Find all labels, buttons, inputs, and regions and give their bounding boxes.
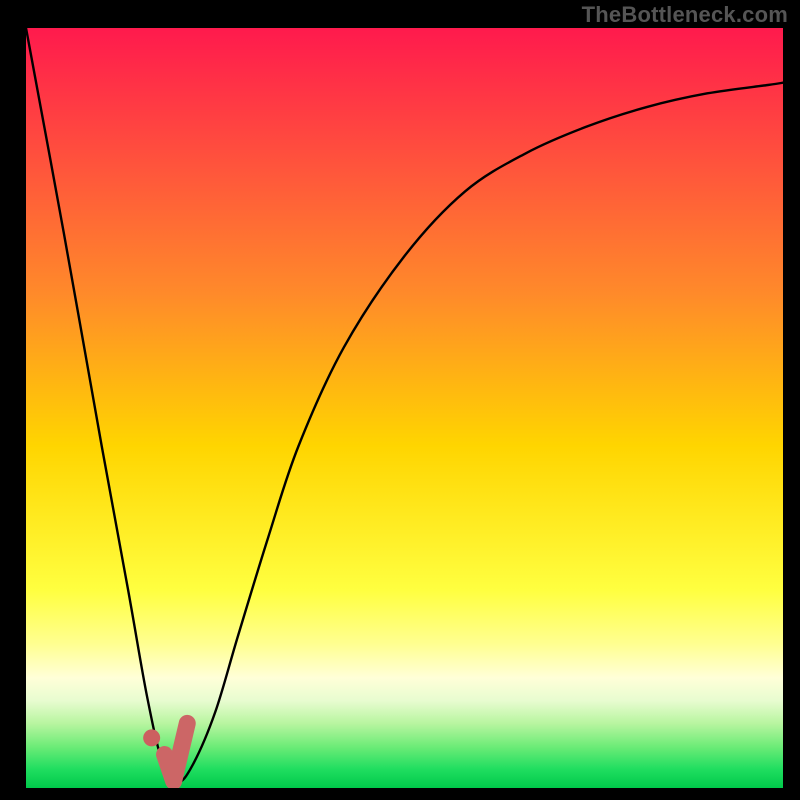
chart-root: TheBottleneck.com	[0, 0, 800, 800]
plot-background	[26, 28, 783, 788]
chart-svg	[0, 0, 800, 800]
watermark-text: TheBottleneck.com	[582, 2, 788, 28]
j-marker-dot	[143, 729, 160, 746]
